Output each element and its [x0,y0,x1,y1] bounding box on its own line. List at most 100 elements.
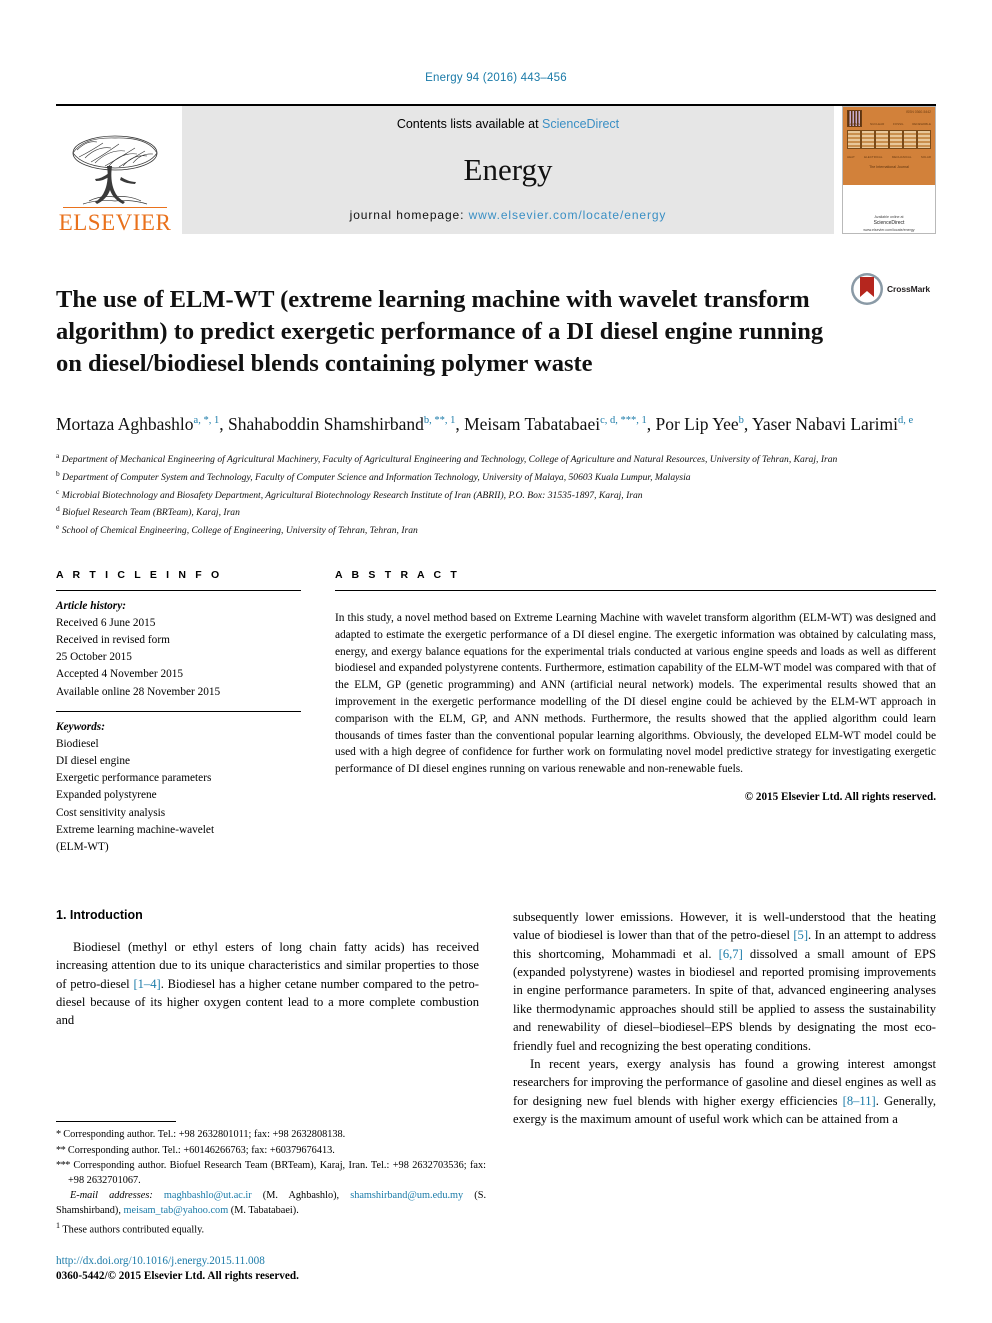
author-list: Mortaza Aghbashloa, *, 1, Shahaboddin Sh… [56,414,914,435]
cover-col-label2: ELECTRICAL [864,155,883,160]
author-name: Meisam Tabatabaei [464,414,601,435]
author-name: Yaser Nabavi Larimi [752,414,898,435]
elsevier-logo: ELSEVIER [56,106,174,234]
history-item: Received in revised form [56,634,170,647]
keyword-item: Extreme learning machine-wavelet [56,823,215,836]
body-columns: 1. Introduction Biodiesel (methyl or eth… [56,908,936,1129]
keyword-item: Biodiesel [56,737,99,750]
affiliation-text: Microbial Biotechnology and Biosafety De… [61,489,643,501]
cover-col-label: FOSSIL [892,121,904,126]
article-info-column: A R T I C L E I N F O Article history: R… [56,569,301,856]
cover-column-labels: THERMAL NUCLEAR FOSSIL RENEWABLE [847,122,931,126]
affiliation-item: a Department of Mechanical Engineering o… [56,450,936,468]
issn-copyright: 0360-5442/© 2015 Elsevier Ltd. All right… [56,1270,299,1283]
journal-title: Energy [463,152,553,187]
cover-top-panel: ISSN 0360-5442 THERMAL NUCLEAR FOSSIL RE… [843,107,935,186]
cover-col-label: THERMAL [847,121,862,126]
article-info-heading: A R T I C L E I N F O [56,568,223,581]
cover-col-label: NUCLEAR [869,121,885,126]
footnote-mark: ** [56,1144,66,1156]
author-name: Mortaza Aghbashlo [56,414,194,435]
affiliation-mark: c [56,486,60,496]
affiliation-item: b Department of Computer System and Tech… [56,468,936,486]
cover-issn-small: www.elsevier.com/locate/energy [863,227,915,232]
paragraph: subsequently lower emissions. However, i… [513,908,936,1055]
cover-letter-y [917,130,931,150]
footnote-text: Corresponding author. Tel.: +98 26328010… [63,1128,346,1140]
keyword-item: Expanded polystyrene [56,789,157,802]
divider [335,589,936,591]
page-title: The use of ELM-WT (extreme learning mach… [56,286,824,378]
email-link-2[interactable]: shamshirband@um.edu.my [350,1190,463,1201]
paragraph: Biodiesel (methyl or ethyl esters of lon… [56,938,479,1030]
keywords-label: Keywords: [56,720,105,733]
abstract-text: In this study, a novel method based on E… [335,612,936,776]
history-item: Accepted 4 November 2015 [56,668,184,681]
crossmark-label: CrossMark [887,284,931,294]
cover-letter-e2 [875,130,889,150]
history-item: Available online 28 November 2015 [56,685,221,698]
contents-prefix: Contents lists available at [396,117,543,131]
footnote-mark: 1 [56,1220,60,1230]
footnote-text: These authors contributed equally. [62,1224,205,1236]
footnote-text: Corresponding author. Tel.: +60146266763… [67,1144,335,1156]
footnote-equal-contribution: 1 These authors contributed equally. [56,1220,486,1238]
running-head: Energy 94 (2016) 443–456 [425,72,567,84]
history-item: Received 6 June 2015 [56,616,156,629]
abstract-column: A B S T R A C T In this study, a novel m… [335,569,936,856]
author-sup: b [738,415,744,427]
cover-publisher-name: ScienceDirect [873,220,905,227]
cover-publisher-small: Available online at [874,214,904,219]
journal-homepage-line: journal homepage: www.elsevier.com/locat… [350,208,667,222]
affiliation-mark: a [56,451,60,461]
email-link-3[interactable]: meisam_tab@yahoo.com [124,1205,229,1216]
citation-link[interactable]: [1–4] [133,977,160,991]
cover-letter-r [889,130,903,150]
keyword-item: (ELM-WT) [56,840,109,853]
crossmark-badge[interactable]: CrossMark [850,268,936,306]
keyword-item: DI diesel engine [56,755,131,768]
affiliation-text: Department of Mechanical Engineering of … [61,454,838,466]
citation-link[interactable]: [8–11] [843,1094,876,1108]
author-name: Por Lip Yee [655,414,739,435]
affiliation-text: Department of Computer System and Techno… [62,472,691,484]
footnote-mark: * [56,1128,61,1140]
footnote-corresponding-1: * Corresponding author. Tel.: +98 263280… [56,1128,486,1143]
homepage-link[interactable]: www.elsevier.com/locate/energy [469,208,667,222]
title-row: The use of ELM-WT (extreme learning mach… [56,268,936,396]
footnotes-block: * Corresponding author. Tel.: +98 263280… [56,1120,486,1285]
author-name: Shahaboddin Shamshirband [227,414,424,435]
email-link-1[interactable]: maghbashlo@ut.ac.ir [164,1190,252,1201]
email-owner-3: (M. Tabatabaei). [228,1205,299,1217]
author-sup: a, *, 1 [193,415,220,427]
body-column-right: subsequently lower emissions. However, i… [513,908,936,1129]
affiliation-item: c Microbial Biotechnology and Biosafety … [56,486,936,504]
journal-cover-thumbnail: ISSN 0360-5442 THERMAL NUCLEAR FOSSIL RE… [842,106,936,234]
elsevier-wordmark: ELSEVIER [58,210,172,235]
abstract-heading: A B S T R A C T [335,568,460,581]
cover-letter-n [861,130,875,150]
cover-column-labels-2: HEAT ELECTRICAL MECHANICAL SOLAR [847,155,931,159]
sciencedirect-link[interactable]: ScienceDirect [542,117,619,131]
paragraph: In recent years, exergy analysis has fou… [513,1055,936,1129]
section-heading-introduction: 1. Introduction [56,907,143,922]
affiliation-mark: b [56,468,60,478]
keywords-block: Keywords: Biodiesel DI diesel engine Exe… [56,712,301,856]
cover-letter-e [847,130,861,150]
journal-masthead: ELSEVIER Contents lists available at Sci… [56,104,936,234]
footnote-corresponding-3: *** Corresponding author. Biofuel Resear… [56,1159,486,1188]
article-history-block: Article history: Received 6 June 2015 Re… [56,591,301,711]
cover-publisher-block: Available online at ScienceDirect www.el… [863,215,914,233]
email-label: E-mail addresses: [70,1190,153,1202]
affiliation-mark: e [56,522,60,532]
paper-page: Energy 94 (2016) 443–456 ELSEVIER Conten… [0,0,992,1323]
elsevier-tree-icon [72,135,158,204]
keyword-item: Cost sensitivity analysis [56,806,166,819]
homepage-prefix: journal homepage: [349,208,469,222]
history-item: 25 October 2015 [56,651,132,664]
affiliation-item: e School of Chemical Engineering, Colleg… [56,521,936,539]
doi-link[interactable]: http://dx.doi.org/10.1016/j.energy.2015.… [56,1254,486,1270]
affiliation-text: Biofuel Research Team (BRTeam), Karaj, I… [62,507,240,519]
citation-link[interactable]: [6,7] [719,947,743,961]
citation-link[interactable]: [5] [793,928,808,942]
